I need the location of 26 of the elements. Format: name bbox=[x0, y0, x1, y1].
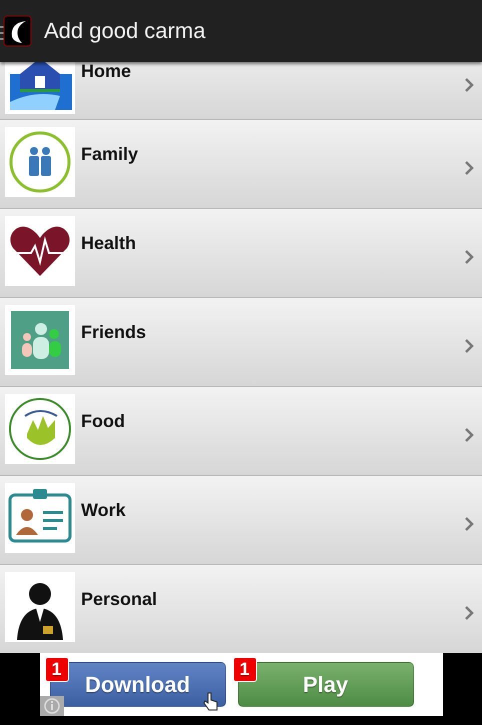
item-label: Friends bbox=[81, 322, 148, 343]
chevron-icon bbox=[464, 250, 474, 264]
list-item[interactable]: Food bbox=[0, 387, 482, 476]
list-item[interactable]: Family bbox=[0, 120, 482, 209]
info-icon[interactable] bbox=[40, 696, 64, 716]
list-item[interactable]: Friends bbox=[0, 298, 482, 387]
item-label: Home bbox=[81, 62, 132, 82]
list-item[interactable]: Health bbox=[0, 209, 482, 298]
chevron-icon bbox=[464, 428, 474, 442]
item-label: Family bbox=[81, 144, 140, 165]
chevron-icon bbox=[464, 78, 474, 92]
item-label: Personal bbox=[81, 589, 158, 610]
item-label: Food bbox=[81, 411, 126, 432]
count-badge: 1 bbox=[44, 657, 69, 682]
app-logo-icon[interactable] bbox=[0, 15, 32, 47]
item-label: Health bbox=[81, 233, 138, 254]
list-item[interactable]: Home bbox=[0, 62, 482, 120]
list-item[interactable]: Work bbox=[0, 476, 482, 565]
chevron-icon bbox=[464, 517, 474, 531]
chevron-icon bbox=[464, 606, 474, 620]
chevron-icon bbox=[464, 339, 474, 353]
item-label: Work bbox=[81, 500, 127, 521]
pointer-cursor-icon bbox=[202, 692, 218, 712]
app-title: Add good carma bbox=[44, 18, 206, 44]
chevron-icon bbox=[464, 161, 474, 175]
count-badge: 1 bbox=[232, 657, 257, 682]
